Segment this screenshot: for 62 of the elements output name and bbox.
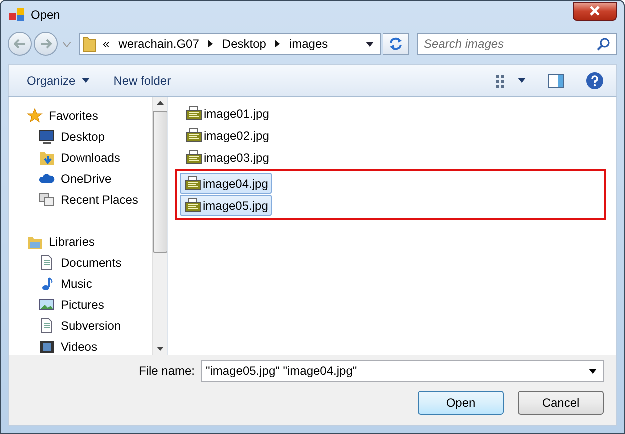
sidebar-item[interactable]: Desktop bbox=[9, 126, 152, 147]
film-icon bbox=[39, 338, 55, 354]
refresh-button[interactable] bbox=[383, 33, 409, 55]
search-icon bbox=[597, 38, 610, 50]
cancel-button[interactable]: Cancel bbox=[518, 391, 604, 415]
help-icon[interactable] bbox=[586, 72, 604, 90]
organize-button[interactable]: Organize bbox=[19, 70, 98, 90]
file-item[interactable]: image01.jpg bbox=[181, 103, 274, 124]
dropdown-caret-icon bbox=[589, 368, 597, 374]
image-file-icon bbox=[185, 176, 201, 192]
forward-arrow-icon bbox=[40, 39, 52, 49]
sidebar-item[interactable]: Recent Places bbox=[9, 189, 152, 210]
search-field[interactable]: Search images bbox=[417, 33, 617, 55]
windows-icon bbox=[39, 192, 55, 208]
sidebar-group[interactable]: Favorites bbox=[9, 105, 152, 126]
image-file-icon bbox=[186, 106, 202, 122]
app-icon bbox=[9, 8, 25, 22]
landscape-icon bbox=[39, 296, 55, 312]
sidebar-item[interactable]: Videos bbox=[9, 336, 152, 355]
image-file-icon bbox=[186, 128, 202, 144]
document-icon bbox=[39, 254, 55, 270]
sidebar-item[interactable]: Documents bbox=[9, 252, 152, 273]
file-name-label: File name: bbox=[138, 364, 195, 378]
caret-icon[interactable] bbox=[518, 78, 526, 83]
image-file-icon bbox=[186, 150, 202, 166]
file-item[interactable]: image02.jpg bbox=[181, 125, 274, 146]
open-button[interactable]: Open bbox=[418, 391, 504, 415]
breadcrumb[interactable]: images bbox=[289, 37, 328, 51]
caret-icon bbox=[82, 78, 90, 83]
back-arrow-icon bbox=[14, 39, 26, 49]
preview-pane-icon[interactable] bbox=[548, 74, 564, 88]
image-file-icon bbox=[185, 198, 201, 214]
overflow-chevron[interactable]: « bbox=[103, 37, 110, 51]
scroll-down-icon bbox=[156, 347, 164, 351]
folder-icon bbox=[83, 35, 97, 53]
file-name-field[interactable]: "image05.jpg" "image04.jpg" bbox=[201, 360, 604, 382]
file-item[interactable]: image04.jpg bbox=[180, 173, 272, 194]
file-item[interactable]: image03.jpg bbox=[181, 147, 274, 168]
folder-download-icon bbox=[39, 150, 55, 166]
breadcrumb-arrow-icon[interactable] bbox=[275, 40, 280, 48]
sidebar-item[interactable]: Subversion bbox=[9, 315, 152, 336]
breadcrumb[interactable]: werachain.G07 bbox=[118, 37, 200, 51]
scroll-up-icon bbox=[156, 101, 164, 105]
document-icon bbox=[39, 318, 55, 334]
sidebar-item[interactable]: OneDrive bbox=[9, 168, 152, 189]
window-title: Open bbox=[31, 8, 60, 22]
sidebar-item[interactable]: Pictures bbox=[9, 294, 152, 315]
sidebar-item[interactable]: Music bbox=[9, 273, 152, 294]
address-bar[interactable]: « werachain.G07 Desktop images bbox=[79, 33, 381, 55]
sidebar-group[interactable]: Libraries bbox=[9, 231, 152, 252]
new-folder-button[interactable]: New folder bbox=[106, 70, 180, 90]
close-button[interactable] bbox=[573, 2, 617, 20]
star-icon bbox=[27, 108, 43, 124]
dropdown-caret-icon[interactable] bbox=[366, 42, 374, 46]
monitor-icon bbox=[39, 128, 55, 144]
breadcrumb[interactable]: Desktop bbox=[222, 37, 266, 51]
file-item[interactable]: image05.jpg bbox=[180, 195, 272, 216]
sidebar-item[interactable]: Downloads bbox=[9, 147, 152, 168]
close-icon bbox=[590, 6, 600, 16]
breadcrumb-arrow-icon[interactable] bbox=[208, 40, 214, 48]
refresh-icon bbox=[388, 37, 404, 51]
scrollbar[interactable] bbox=[152, 97, 167, 355]
